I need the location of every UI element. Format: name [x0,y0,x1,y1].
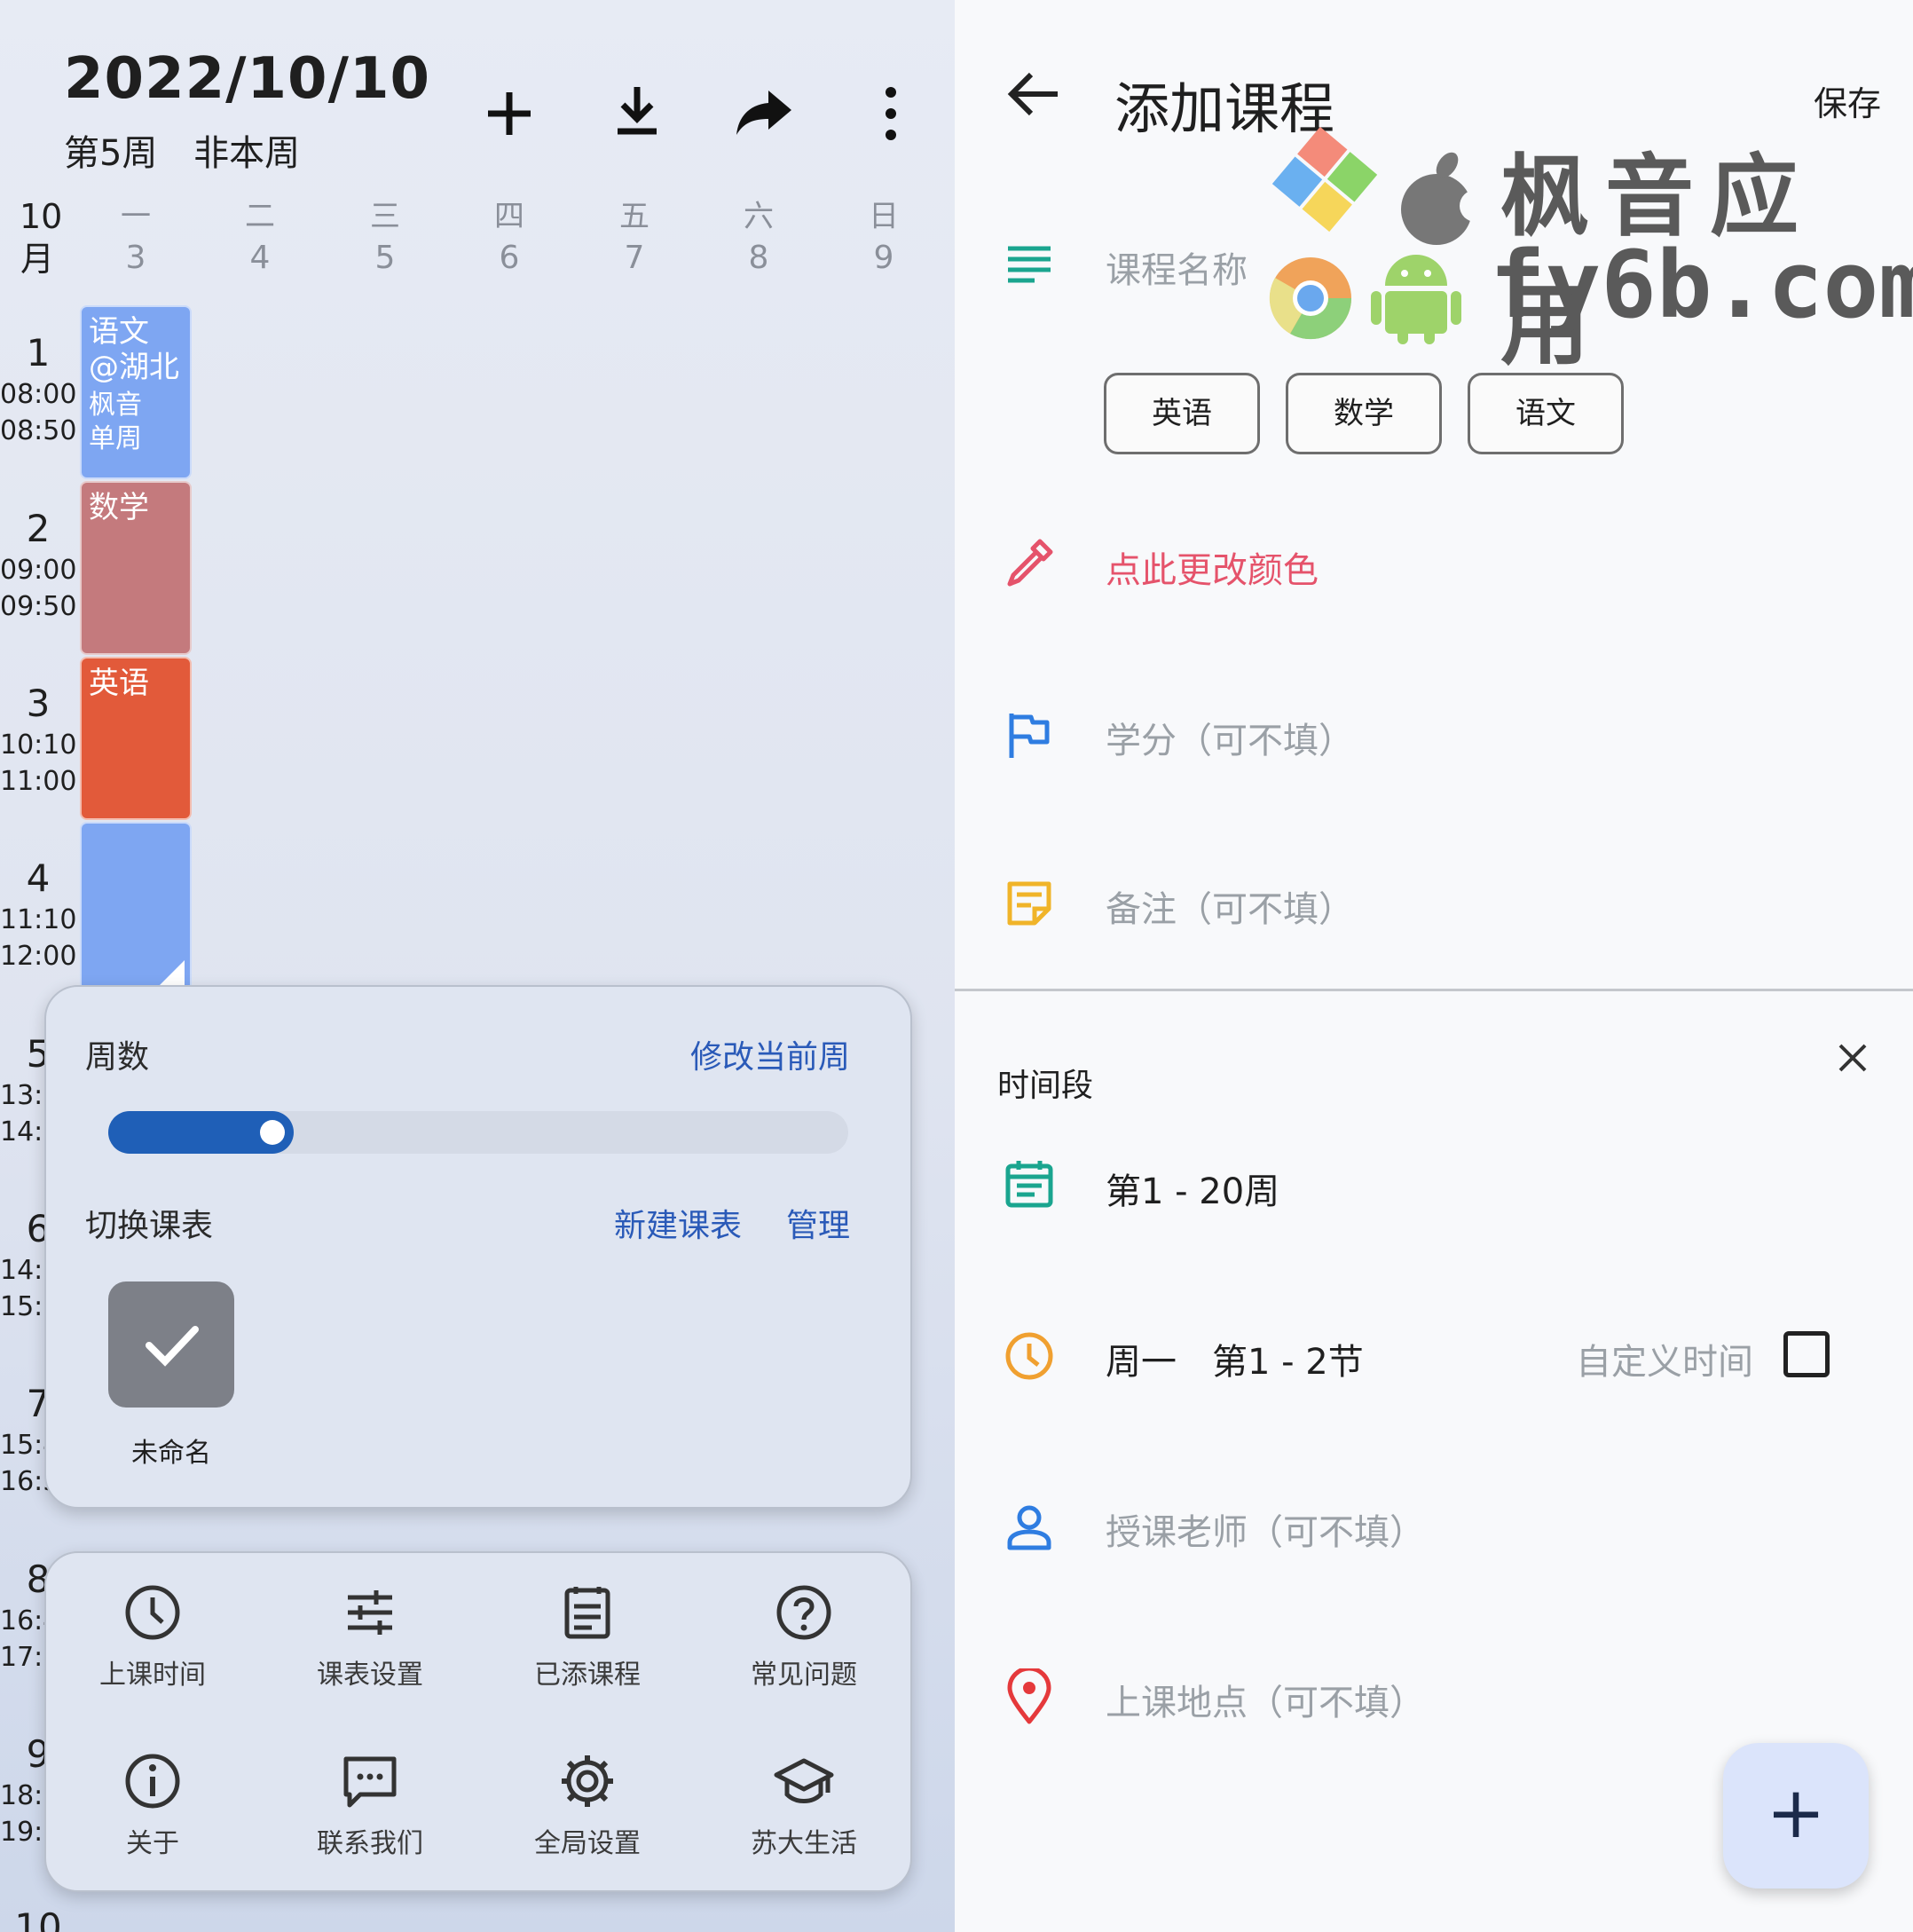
manage-link[interactable]: 管理 [786,1200,850,1246]
add-course-pane: 添加课程 保存 枫音应用 fy6b.com 课程名称 英语 数学 语文 点此更改… [955,0,1913,1932]
course-block-english[interactable]: 英语 [80,657,192,820]
calendar-icon [1005,1161,1053,1208]
teacher-input[interactable]: 授课老师（可不填） [1106,1503,1425,1555]
day-selector[interactable]: 周一 [1106,1333,1177,1384]
current-date[interactable]: 2022/10/10 [64,46,430,112]
credit-input[interactable]: 学分（可不填） [1106,712,1354,763]
day-header: 日9 [869,199,899,276]
gear-icon [562,1755,613,1807]
list-icon [564,1587,610,1639]
custom-time-label: 自定义时间 [1576,1342,1753,1383]
chip-math[interactable]: 数学 [1286,373,1442,454]
watermark: 枫音应用 fy6b.com [1269,124,1913,377]
weeks-range-selector[interactable]: 第1 - 20周 [1106,1163,1279,1214]
menu-item-about[interactable]: 关于 [64,1750,241,1860]
menu-item-global-settings[interactable]: 全局设置 [499,1750,676,1860]
day-header: 五7 [619,199,649,276]
location-input[interactable]: 上课地点（可不填） [1106,1674,1425,1725]
menu-item-contact[interactable]: 联系我们 [281,1750,459,1860]
change-color-button[interactable]: 点此更改颜色 [1106,541,1319,593]
table-tile-selected[interactable] [108,1281,234,1408]
share-icon[interactable] [728,78,799,149]
menu-item-suda-life[interactable]: 苏大生活 [715,1750,893,1860]
month-label: 10 月 [20,197,63,279]
clock-orange-icon [1005,1332,1053,1380]
course-block-empty[interactable] [80,822,192,990]
close-icon[interactable] [1833,1038,1872,1077]
day-header: 二4 [245,199,275,276]
period-row: 1 08:00 08:50 [0,331,77,446]
switch-table-label: 切换课表 [85,1208,214,1244]
add-icon[interactable] [474,78,545,149]
course-block-chinese[interactable]: 语文 @湖北 枫音 单周 [80,305,192,479]
color-picker-icon [1007,539,1053,587]
time-section-label: 时间段 [997,1068,1094,1104]
table-name: 未命名 [131,1438,211,1469]
chip-english[interactable]: 英语 [1104,373,1260,454]
week-slider-thumb[interactable] [259,1120,285,1145]
corner-marker-icon [160,960,185,985]
course-name-input[interactable]: 课程名称 [1106,241,1248,293]
download-icon[interactable] [602,78,673,149]
custom-time-checkbox[interactable] [1783,1331,1830,1377]
windows-logo-icon [1271,126,1378,233]
menu-item-table-settings[interactable]: 课表设置 [281,1581,459,1691]
note-icon [1007,881,1051,926]
clock-icon [125,1585,180,1640]
new-table-link[interactable]: 新建课表 [614,1200,742,1246]
week-info: 第5周 非本周 [64,124,325,176]
android-logo-icon [1371,255,1461,344]
course-block-math[interactable]: 数学 [80,481,192,655]
check-icon [146,1326,199,1367]
location-pin-icon [1007,1668,1051,1724]
chrome-logo-icon [1269,257,1352,340]
week-slider-fill [108,1111,294,1154]
week-status: 非本周 [193,133,301,174]
divider [955,989,1913,991]
modify-current-week-link[interactable]: 修改当前周 [690,1031,850,1077]
weeks-label: 周数 [85,1039,150,1076]
period-row: 2 09:00 09:50 [0,507,77,622]
info-icon [125,1754,180,1809]
more-icon[interactable] [855,78,926,149]
menu-card: 上课时间 课表设置 已添课程 常见问题 关于 联系我们 全局设置 苏大生活 [44,1551,912,1892]
menu-item-added-courses[interactable]: 已添课程 [499,1581,676,1691]
note-input[interactable]: 备注（可不填） [1106,880,1354,932]
menu-item-faq[interactable]: 常见问题 [715,1581,893,1691]
schedule-pane: 2022/10/10 第5周 非本周 10 月 一3 二4 三5 四6 五7 六… [0,0,955,1932]
day-header: 三5 [370,199,400,276]
sections-selector[interactable]: 第1 - 2节 [1212,1333,1364,1384]
watermark-text-url: fy6b.com [1490,231,1913,339]
menu-item-class-time[interactable]: 上课时间 [64,1581,241,1691]
week-switch-card: 周数 修改当前周 切换课表 新建课表 管理 未命名 [44,985,912,1509]
notes-icon [1008,246,1051,283]
save-button[interactable]: 保存 [1814,76,1881,125]
chat-icon [343,1756,397,1808]
sliders-icon [348,1590,392,1635]
flag-icon [1009,714,1050,758]
add-time-slot-fab[interactable]: + [1723,1743,1869,1889]
apple-logo-icon [1401,152,1488,245]
day-header: 六8 [744,199,774,276]
chip-chinese[interactable]: 语文 [1468,373,1624,454]
week-slider-track[interactable] [108,1111,848,1154]
period-row: 4 11:10 12:00 [0,856,77,972]
help-icon [776,1585,831,1640]
day-header: 一3 [121,199,151,276]
day-header: 四6 [494,199,524,276]
back-arrow-icon[interactable] [1004,64,1065,124]
week-number: 第5周 [64,133,158,174]
school-icon [774,1758,834,1803]
person-icon [1007,1505,1051,1550]
period-row: 3 10:10 11:00 [0,682,77,797]
period-row: 10 [14,1905,62,1932]
